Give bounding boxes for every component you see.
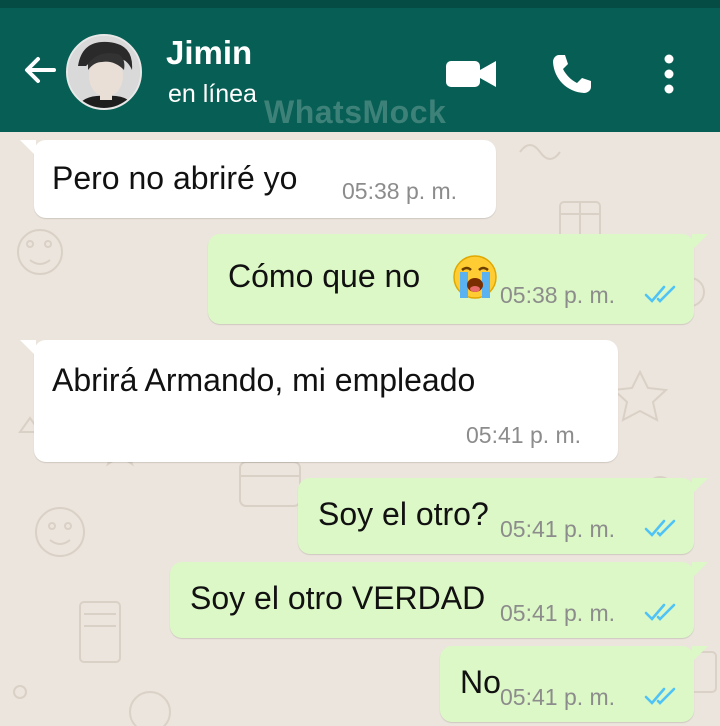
message-bubble-incoming[interactable]: Abrirá Armando, mi empleado 05:41 p. m. — [20, 340, 618, 462]
loudly-crying-face-icon — [453, 255, 497, 299]
video-call-icon[interactable] — [446, 58, 498, 90]
app-watermark: WhatsMock — [264, 94, 447, 130]
arrow-left-icon[interactable] — [20, 50, 60, 90]
read-receipt-icon — [644, 519, 676, 537]
message-bubble-outgoing[interactable]: Soy el otro? 05:41 p. m. — [298, 478, 708, 554]
chat-header: Jimin en línea WhatsMock — [0, 8, 720, 132]
message-text: Cómo que no — [228, 258, 421, 294]
message-text: Pero no abriré yo — [52, 160, 298, 196]
message-text: Abrirá Armando, mi empleado — [52, 362, 476, 398]
message-time: 05:38 p. m. — [500, 282, 616, 308]
status-bar — [0, 0, 720, 8]
message-text: Soy el otro? — [318, 496, 489, 532]
read-receipt-icon — [644, 687, 676, 705]
message-text: Soy el otro VERDAD — [190, 580, 486, 616]
message-time: 05:38 p. m. — [342, 178, 458, 204]
message-bubble-incoming[interactable]: Pero no abriré yo 05:38 p. m. — [20, 140, 496, 218]
message-bubble-outgoing[interactable]: Cómo que no 05:38 p. m. — [208, 234, 708, 324]
more-vert-icon[interactable] — [656, 52, 682, 96]
contact-status: en línea — [168, 80, 257, 108]
message-bubble-outgoing[interactable]: No 05:41 p. m. — [440, 646, 708, 722]
avatar-photo — [68, 36, 140, 108]
read-receipt-icon — [644, 285, 676, 303]
message-bubble-outgoing[interactable]: Soy el otro VERDAD 05:41 p. m. — [170, 562, 708, 638]
message-time: 05:41 p. m. — [500, 516, 616, 542]
avatar[interactable] — [66, 34, 142, 110]
message-time: 05:41 p. m. — [500, 684, 616, 710]
message-time: 05:41 p. m. — [466, 422, 582, 448]
chat-area[interactable]: Pero no abriré yo 05:38 p. m. Cómo que n… — [0, 132, 720, 726]
contact-name[interactable]: Jimin — [166, 34, 252, 72]
message-time: 05:41 p. m. — [500, 600, 616, 626]
read-receipt-icon — [644, 603, 676, 621]
message-text: No — [460, 664, 501, 700]
phone-icon[interactable] — [550, 52, 594, 96]
